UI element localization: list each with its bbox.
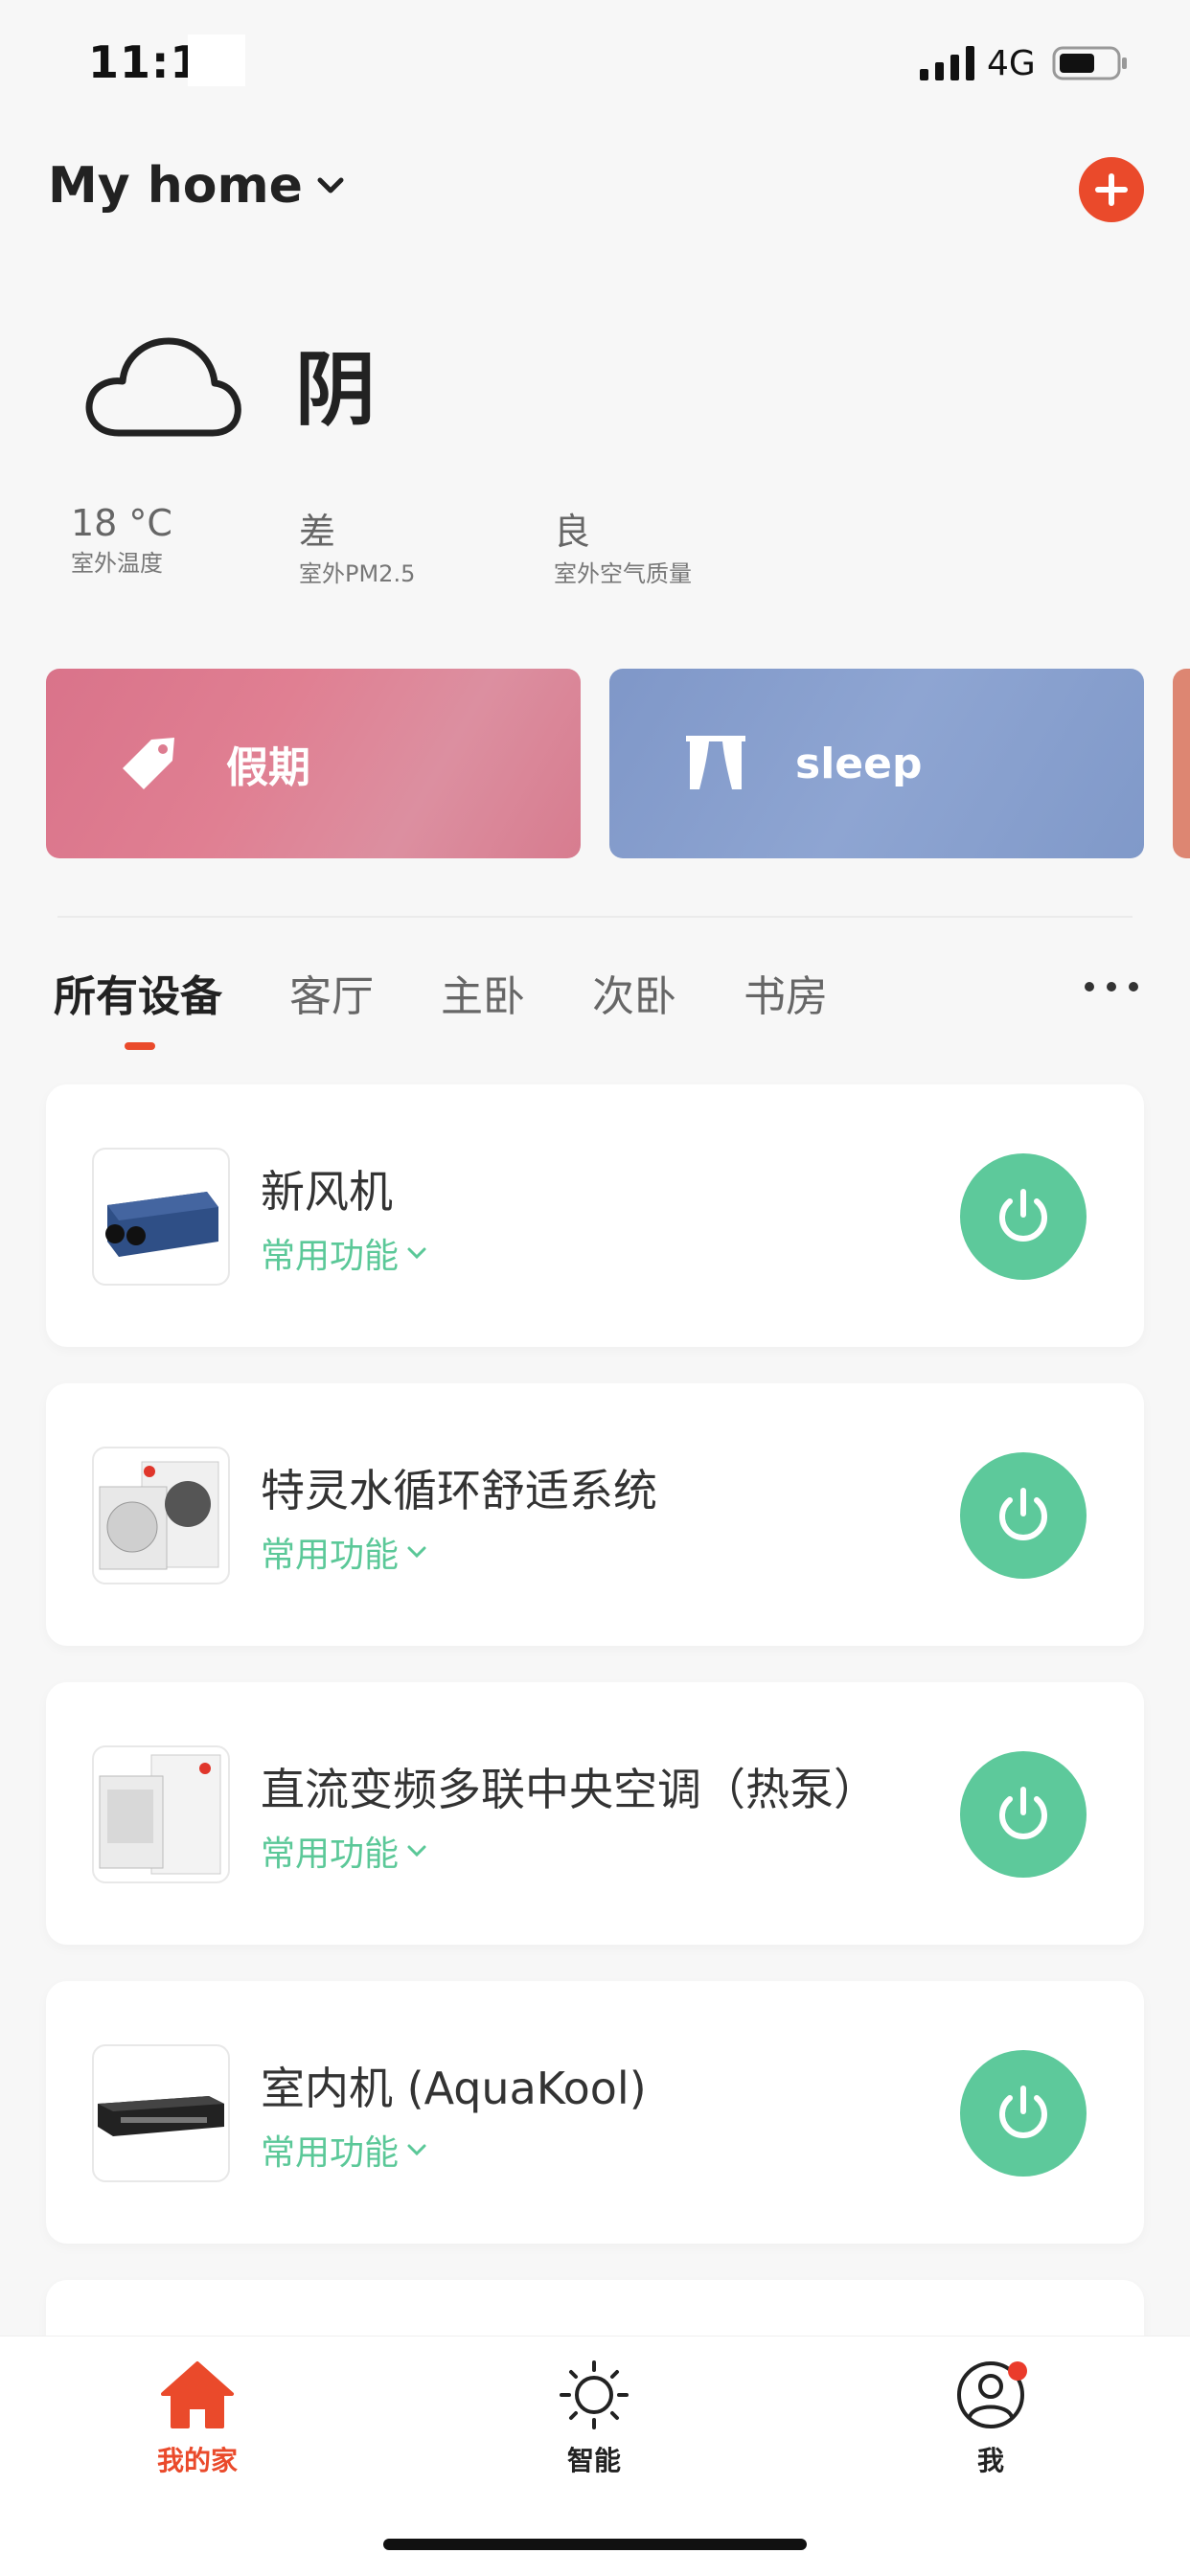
device-name: 室内机 (AquaKool): [261, 2063, 647, 2114]
status-bar-mask: [188, 34, 245, 86]
chevron-down-icon: [317, 177, 344, 194]
tab-master-bedroom[interactable]: 主卧: [441, 962, 525, 1023]
more-icon[interactable]: [1085, 979, 1138, 994]
vrf-unit-icon: [99, 1754, 221, 1875]
device-card[interactable]: 室内机 (AquaKool) 常用功能: [46, 1981, 1144, 2244]
weather-stat-temperature: 18 °C 室外温度: [71, 502, 172, 578]
tab-indicator: [125, 1042, 155, 1050]
battery-icon: [1052, 46, 1127, 80]
home-indicator: [383, 2539, 807, 2550]
weather-stat-pm25: 差 室外PM2.5: [299, 502, 415, 588]
device-functions-toggle[interactable]: 常用功能: [261, 1826, 427, 1876]
device-functions-toggle[interactable]: 常用功能: [261, 1527, 427, 1577]
add-button[interactable]: [1079, 157, 1144, 222]
power-icon: [999, 1189, 1047, 1242]
home-selector[interactable]: My home: [48, 157, 345, 215]
tab-living-room[interactable]: 客厅: [289, 962, 374, 1023]
scene-card-sleep[interactable]: sleep: [609, 669, 1144, 858]
indoor-unit-icon: [98, 2096, 224, 2136]
signal-icon: [920, 46, 974, 80]
power-icon: [999, 1787, 1047, 1839]
device-card[interactable]: 特灵水循环舒适系统 常用功能: [46, 1383, 1144, 1646]
nav-item-home[interactable]: 我的家: [102, 2359, 293, 2478]
chevron-down-icon: [407, 1247, 426, 1260]
room-tabs: 所有设备 客厅 主卧 次卧 书房: [54, 962, 895, 1023]
divider: [57, 916, 1133, 918]
weather-stat-air-quality: 良 室外空气质量: [554, 502, 692, 588]
stat-value: 18 °C: [71, 502, 172, 544]
power-button[interactable]: [960, 1452, 1087, 1579]
device-functions-toggle[interactable]: 常用功能: [261, 1228, 427, 1278]
tag-icon: [123, 738, 174, 789]
home-icon: [161, 2361, 234, 2428]
sun-icon: [560, 2360, 629, 2429]
outdoor-unit-icon: [99, 1461, 219, 1570]
device-function-label: 常用功能: [261, 1835, 400, 1874]
device-name: 新风机: [261, 1166, 393, 1218]
nav-item-me[interactable]: 我: [895, 2359, 1087, 2478]
chevron-down-icon: [407, 2144, 426, 2156]
weather-condition: 阴: [295, 343, 377, 437]
power-button[interactable]: [960, 2050, 1087, 2177]
device-thumbnail: [92, 1447, 230, 1584]
nav-label: 我: [976, 2445, 1004, 2476]
notification-badge: [1008, 2361, 1027, 2381]
stat-value: 良: [554, 511, 591, 553]
stat-value: 差: [299, 511, 336, 553]
tab-all-devices[interactable]: 所有设备: [54, 962, 222, 1023]
cloud-icon: [85, 337, 241, 437]
chevron-down-icon: [407, 1546, 426, 1559]
curtain-icon: [686, 736, 745, 789]
device-functions-toggle[interactable]: 常用功能: [261, 2125, 427, 2175]
device-card[interactable]: 直流变频多联中央空调（热泵） 常用功能: [46, 1682, 1144, 1945]
device-name: 直流变频多联中央空调（热泵）: [261, 1764, 878, 1815]
home-title: My home: [48, 157, 303, 215]
tab-study[interactable]: 书房: [744, 962, 828, 1023]
network-type: 4G: [987, 44, 1036, 83]
device-function-label: 常用功能: [261, 1237, 400, 1276]
scene-label: sleep: [795, 739, 923, 788]
stat-label: 室外PM2.5: [299, 560, 416, 587]
scene-card-holiday[interactable]: 假期: [46, 669, 581, 858]
chevron-down-icon: [407, 1845, 426, 1858]
device-card[interactable]: 新风机 常用功能: [46, 1084, 1144, 1347]
device-thumbnail: [92, 1745, 230, 1883]
scene-card-partial[interactable]: [1173, 669, 1190, 858]
power-icon: [999, 1488, 1047, 1540]
device-function-label: 常用功能: [261, 2133, 400, 2173]
tab-second-bedroom[interactable]: 次卧: [592, 962, 676, 1023]
fresh-air-unit-icon: [105, 1192, 218, 1257]
nav-label: 智能: [566, 2445, 621, 2476]
power-button[interactable]: [960, 1153, 1087, 1280]
stat-label: 室外空气质量: [554, 560, 692, 587]
nav-label: 我的家: [156, 2445, 238, 2476]
scene-label: 假期: [226, 743, 310, 792]
power-button[interactable]: [960, 1751, 1087, 1878]
device-function-label: 常用功能: [261, 1536, 400, 1575]
stat-label: 室外温度: [71, 550, 163, 577]
device-thumbnail: [92, 1148, 230, 1286]
device-name: 特灵水循环舒适系统: [261, 1465, 657, 1516]
nav-item-smart[interactable]: 智能: [498, 2359, 690, 2478]
device-thumbnail: [92, 2044, 230, 2182]
power-icon: [999, 2086, 1047, 2138]
